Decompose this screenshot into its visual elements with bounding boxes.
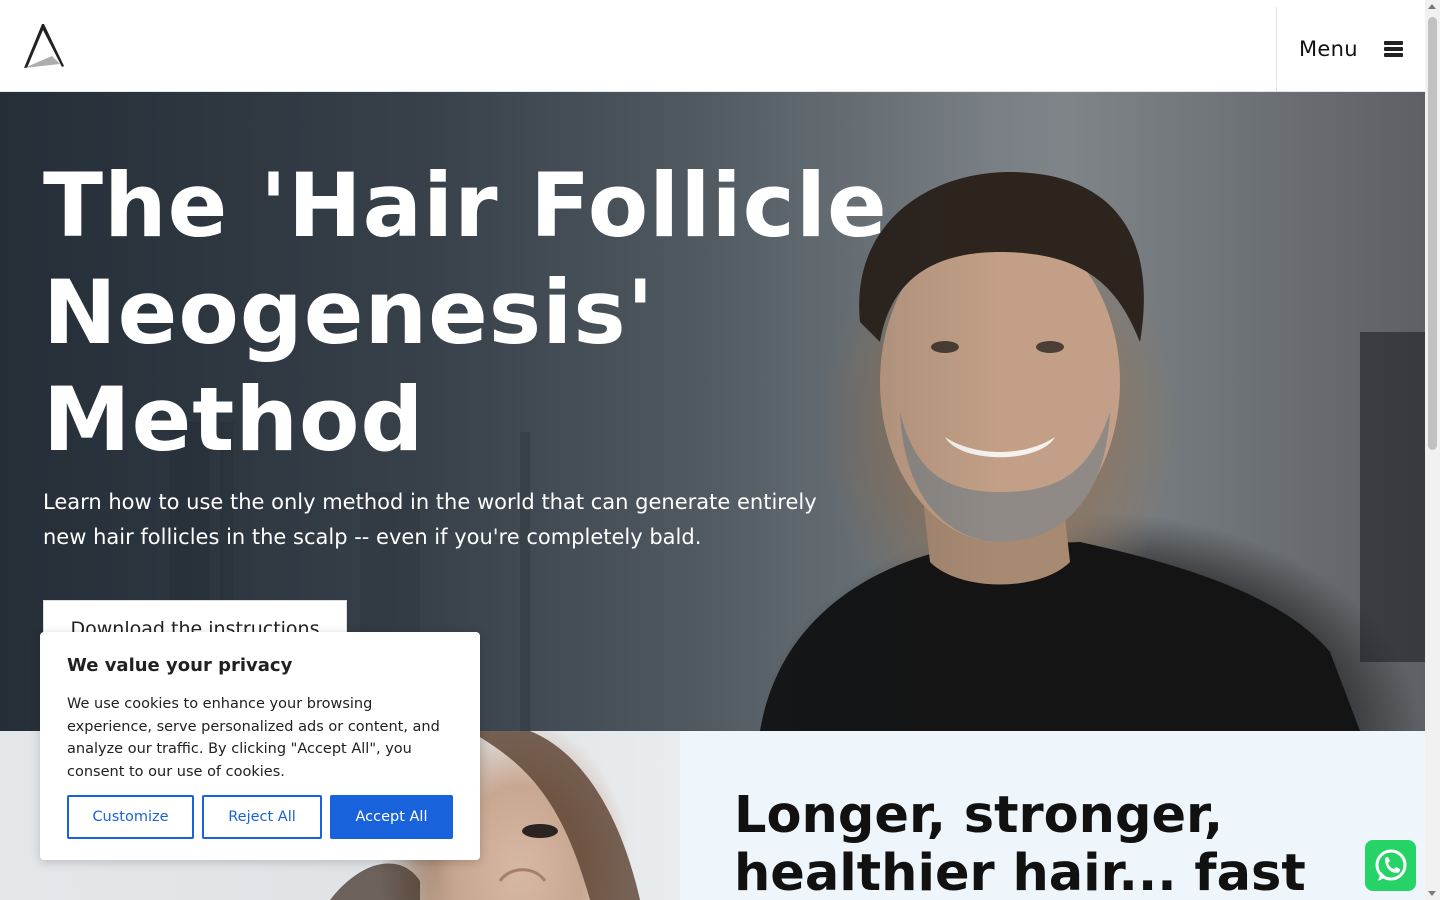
cookie-title: We value your privacy [67,655,293,676]
cookie-consent-banner: We value your privacy We use cookies to … [40,632,480,860]
scroll-down-arrow-icon[interactable] [1428,891,1436,896]
menu-label: Menu [1299,37,1358,61]
scroll-thumb[interactable] [1428,17,1437,450]
a-triangle-logo-icon [24,24,64,68]
cookie-buttons: Customize Reject All Accept All [67,795,453,839]
logo[interactable] [22,22,66,70]
cookie-text: We use cookies to enhance your browsing … [67,696,440,780]
accept-all-button[interactable]: Accept All [330,795,453,839]
scroll-up-arrow-icon[interactable] [1428,4,1436,9]
site-header: Menu [0,0,1425,92]
whatsapp-button[interactable] [1365,840,1416,891]
customize-button[interactable]: Customize [67,795,194,839]
section-title: Longer, stronger, healthier hair... fast [734,786,1306,900]
reject-all-button[interactable]: Reject All [202,795,322,839]
hero-subtitle: Learn how to use the only method in the … [43,490,817,549]
menu-button[interactable]: Menu [1276,7,1425,91]
whatsapp-icon [1375,849,1406,881]
hero-title: The 'Hair Follicle Neogenesis' Method [43,154,888,471]
hamburger-icon [1383,41,1403,57]
page-scrollbar[interactable] [1425,0,1440,900]
